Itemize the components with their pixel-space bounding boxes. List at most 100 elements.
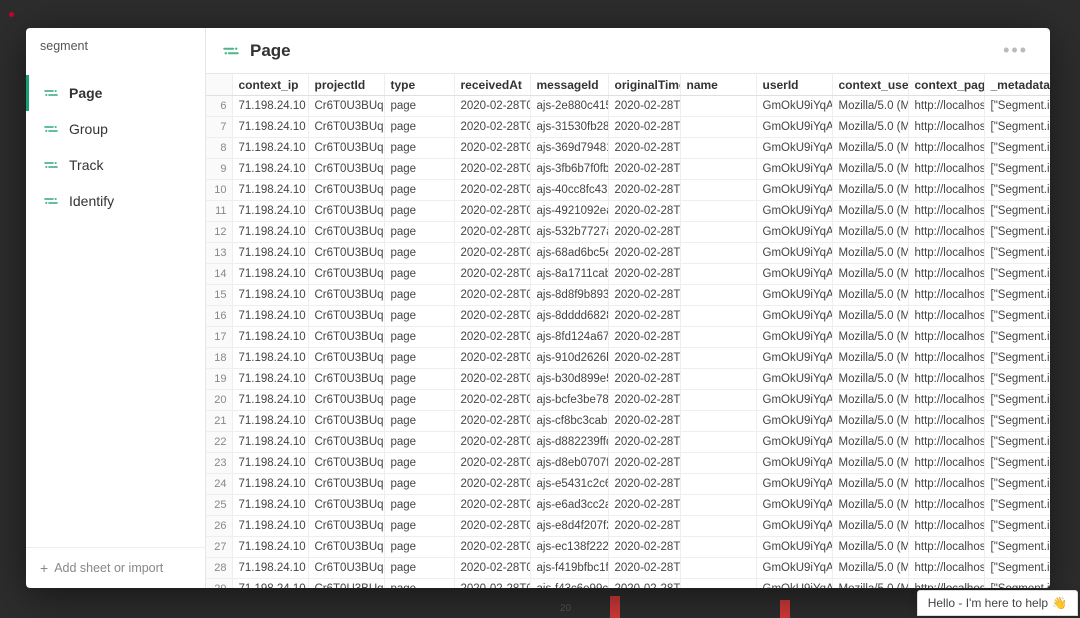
table-row[interactable]: 1771.198.24.10Cr6T0U3BUqpage2020-02-28T0… (206, 327, 1050, 348)
cell-context_page_url[interactable]: http://localhost (908, 369, 984, 390)
cell-context_page_url[interactable]: http://localhost (908, 474, 984, 495)
cell-projectId[interactable]: Cr6T0U3BUq (308, 411, 384, 432)
column-header-context_ip[interactable]: context_ip (232, 74, 308, 96)
cell-_metadata_bundled[interactable]: ["Segment.io" (984, 138, 1050, 159)
cell-_metadata_bundled[interactable]: ["Segment.io" (984, 411, 1050, 432)
cell-messageId[interactable]: ajs-ec138f2225f (530, 537, 608, 558)
cell-context_ip[interactable]: 71.198.24.10 (232, 306, 308, 327)
cell-originalTimestamp[interactable]: 2020-02-28T05: (608, 390, 680, 411)
cell-context_userAgent[interactable]: Mozilla/5.0 (Ma (832, 159, 908, 180)
cell-_metadata_bundled[interactable]: ["Segment.io" (984, 432, 1050, 453)
cell-context_userAgent[interactable]: Mozilla/5.0 (Ma (832, 264, 908, 285)
cell-projectId[interactable]: Cr6T0U3BUq (308, 243, 384, 264)
cell-context_ip[interactable]: 71.198.24.10 (232, 180, 308, 201)
cell-messageId[interactable]: ajs-bcfe3be784 (530, 390, 608, 411)
cell-context_userAgent[interactable]: Mozilla/5.0 (Ma (832, 117, 908, 138)
cell-type[interactable]: page (384, 264, 454, 285)
cell-originalTimestamp[interactable]: 2020-02-28T05: (608, 96, 680, 117)
cell-receivedAt[interactable]: 2020-02-28T05: (454, 201, 530, 222)
cell-context_ip[interactable]: 71.198.24.10 (232, 474, 308, 495)
cell-context_ip[interactable]: 71.198.24.10 (232, 222, 308, 243)
sidebar-item-page[interactable]: Page (26, 75, 205, 111)
cell-receivedAt[interactable]: 2020-02-28T05: (454, 453, 530, 474)
cell-type[interactable]: page (384, 537, 454, 558)
cell-_metadata_bundled[interactable]: ["Segment.io" (984, 390, 1050, 411)
cell-context_userAgent[interactable]: Mozilla/5.0 (Ma (832, 474, 908, 495)
cell-projectId[interactable]: Cr6T0U3BUq (308, 558, 384, 579)
sidebar-item-group[interactable]: Group (26, 111, 205, 147)
cell-type[interactable]: page (384, 201, 454, 222)
table-row[interactable]: 1371.198.24.10Cr6T0U3BUqpage2020-02-28T0… (206, 243, 1050, 264)
cell-context_userAgent[interactable]: Mozilla/5.0 (Ma (832, 495, 908, 516)
cell-messageId[interactable]: ajs-b30d899e57 (530, 369, 608, 390)
cell-name[interactable] (680, 159, 756, 180)
cell-context_ip[interactable]: 71.198.24.10 (232, 96, 308, 117)
cell-context_ip[interactable]: 71.198.24.10 (232, 516, 308, 537)
cell-messageId[interactable]: ajs-f419bfbc1fa (530, 558, 608, 579)
cell-projectId[interactable]: Cr6T0U3BUq (308, 348, 384, 369)
cell-receivedAt[interactable]: 2020-02-28T05: (454, 558, 530, 579)
cell-userId[interactable]: GmOkU9iYqANp (756, 180, 832, 201)
cell-projectId[interactable]: Cr6T0U3BUq (308, 327, 384, 348)
cell-originalTimestamp[interactable]: 2020-02-28T05: (608, 222, 680, 243)
cell-messageId[interactable]: ajs-f43c6e99caa (530, 579, 608, 589)
cell-originalTimestamp[interactable]: 2020-02-28T05: (608, 411, 680, 432)
cell-_metadata_bundled[interactable]: ["Segment.io" (984, 453, 1050, 474)
cell-userId[interactable]: GmOkU9iYqANp (756, 411, 832, 432)
cell-userId[interactable]: GmOkU9iYqANp (756, 453, 832, 474)
cell-type[interactable]: page (384, 306, 454, 327)
cell-context_userAgent[interactable]: Mozilla/5.0 (Ma (832, 390, 908, 411)
cell-name[interactable] (680, 285, 756, 306)
cell-context_page_url[interactable]: http://localhost (908, 390, 984, 411)
cell-type[interactable]: page (384, 558, 454, 579)
table-row[interactable]: 2571.198.24.10Cr6T0U3BUqpage2020-02-28T0… (206, 495, 1050, 516)
cell-type[interactable]: page (384, 474, 454, 495)
table-row[interactable]: 1571.198.24.10Cr6T0U3BUqpage2020-02-28T0… (206, 285, 1050, 306)
cell-originalTimestamp[interactable]: 2020-02-28T05: (608, 264, 680, 285)
cell-type[interactable]: page (384, 411, 454, 432)
cell-type[interactable]: page (384, 495, 454, 516)
cell-name[interactable] (680, 222, 756, 243)
cell-originalTimestamp[interactable]: 2020-02-28T05: (608, 243, 680, 264)
cell-messageId[interactable]: ajs-532b7727a5 (530, 222, 608, 243)
cell-messageId[interactable]: ajs-d882239ffd2 (530, 432, 608, 453)
cell-context_page_url[interactable]: http://localhost (908, 495, 984, 516)
table-row[interactable]: 1871.198.24.10Cr6T0U3BUqpage2020-02-28T0… (206, 348, 1050, 369)
cell-context_userAgent[interactable]: Mozilla/5.0 (Ma (832, 432, 908, 453)
column-header-userId[interactable]: userId (756, 74, 832, 96)
cell-context_page_url[interactable]: http://localhost (908, 159, 984, 180)
cell-receivedAt[interactable]: 2020-02-28T05: (454, 222, 530, 243)
cell-name[interactable] (680, 390, 756, 411)
column-header-name[interactable]: name (680, 74, 756, 96)
cell-name[interactable] (680, 348, 756, 369)
cell-_metadata_bundled[interactable]: ["Segment.io" (984, 96, 1050, 117)
cell-originalTimestamp[interactable]: 2020-02-28T05: (608, 117, 680, 138)
cell-receivedAt[interactable]: 2020-02-28T05: (454, 516, 530, 537)
cell-context_ip[interactable]: 71.198.24.10 (232, 453, 308, 474)
cell-context_page_url[interactable]: http://localhost (908, 180, 984, 201)
cell-originalTimestamp[interactable]: 2020-02-28T05: (608, 201, 680, 222)
cell-receivedAt[interactable]: 2020-02-28T05: (454, 327, 530, 348)
cell-context_ip[interactable]: 71.198.24.10 (232, 579, 308, 589)
cell-originalTimestamp[interactable]: 2020-02-28T05: (608, 474, 680, 495)
cell-receivedAt[interactable]: 2020-02-28T05: (454, 411, 530, 432)
cell-receivedAt[interactable]: 2020-02-28T05: (454, 138, 530, 159)
table-row[interactable]: 2471.198.24.10Cr6T0U3BUqpage2020-02-28T0… (206, 474, 1050, 495)
cell-userId[interactable]: GmOkU9iYqANp (756, 369, 832, 390)
cell-name[interactable] (680, 96, 756, 117)
cell-context_userAgent[interactable]: Mozilla/5.0 (Ma (832, 516, 908, 537)
cell-_metadata_bundled[interactable]: ["Segment.io" (984, 117, 1050, 138)
cell-name[interactable] (680, 432, 756, 453)
cell-projectId[interactable]: Cr6T0U3BUq (308, 495, 384, 516)
cell-receivedAt[interactable]: 2020-02-28T05: (454, 159, 530, 180)
cell-_metadata_bundled[interactable]: ["Segment.io" (984, 159, 1050, 180)
cell-name[interactable] (680, 264, 756, 285)
table-row[interactable]: 1471.198.24.10Cr6T0U3BUqpage2020-02-28T0… (206, 264, 1050, 285)
cell-projectId[interactable]: Cr6T0U3BUq (308, 138, 384, 159)
more-menu-button[interactable]: ••• (997, 38, 1034, 63)
table-row[interactable]: 1171.198.24.10Cr6T0U3BUqpage2020-02-28T0… (206, 201, 1050, 222)
column-header-type[interactable]: type (384, 74, 454, 96)
cell-originalTimestamp[interactable]: 2020-02-28T05: (608, 159, 680, 180)
cell-messageId[interactable]: ajs-e5431c2c64 (530, 474, 608, 495)
cell-type[interactable]: page (384, 579, 454, 589)
